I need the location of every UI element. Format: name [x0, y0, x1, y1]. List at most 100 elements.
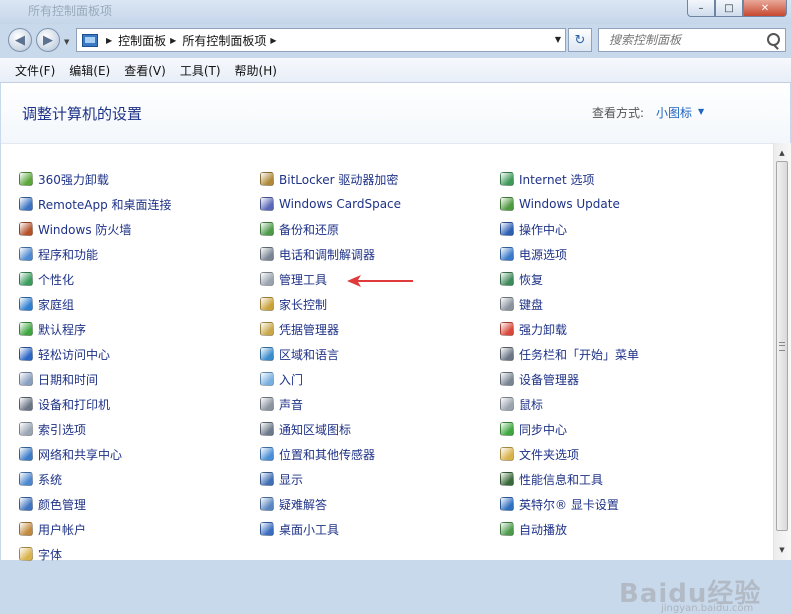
control-panel-item[interactable]: 默认程序 [19, 318, 86, 340]
control-panel-item[interactable]: 凭据管理器 [260, 318, 339, 340]
menu-edit[interactable]: 编辑(E) [62, 62, 117, 79]
address-bar[interactable]: ▶ 控制面板 ▶ 所有控制面板项 ▶ ▼ [76, 28, 566, 52]
menu-file[interactable]: 文件(F) [8, 62, 62, 79]
control-panel-item[interactable]: Windows 防火墙 [19, 218, 131, 240]
control-panel-item[interactable]: 通知区域图标 [260, 418, 351, 440]
control-panel-item[interactable]: 声音 [260, 393, 303, 415]
scroll-down-arrow-icon[interactable]: ▼ [775, 542, 789, 558]
refresh-button[interactable]: ↻ [568, 28, 592, 52]
menu-tools[interactable]: 工具(T) [173, 62, 228, 79]
control-panel-item[interactable]: 恢复 [500, 268, 543, 290]
scrollbar-thumb[interactable] [776, 161, 788, 531]
title-bar[interactable]: 所有控制面板项 – □ ✕ [0, 0, 791, 24]
control-panel-item[interactable]: 区域和语言 [260, 343, 339, 365]
search-box[interactable] [598, 28, 786, 52]
control-panel-item-label: 恢复 [519, 272, 544, 287]
control-panel-item-label: 电源选项 [519, 247, 568, 262]
control-panel-item[interactable]: 鼠标 [500, 393, 543, 415]
control-panel-item-label: 程序和功能 [38, 247, 99, 262]
control-panel-item[interactable]: 360强力卸载 [19, 168, 109, 190]
control-panel-item[interactable]: Windows Update [500, 193, 620, 215]
control-panel-item[interactable]: 电源选项 [500, 243, 567, 265]
view-by-dropdown[interactable]: 小图标 [656, 104, 692, 121]
control-panel-item-label: 默认程序 [38, 322, 87, 337]
control-panel-item[interactable]: 性能信息和工具 [500, 468, 603, 490]
menu-help[interactable]: 帮助(H) [228, 62, 284, 79]
control-panel-item[interactable]: 强力卸载 [500, 318, 567, 340]
address-dropdown-icon[interactable]: ▼ [555, 35, 561, 44]
control-panel-item[interactable]: RemoteApp 和桌面连接 [19, 193, 172, 215]
scroll-up-arrow-icon[interactable]: ▲ [775, 145, 789, 161]
control-panel-item[interactable]: 设备和打印机 [19, 393, 110, 415]
control-panel-item[interactable]: 用户帐户 [19, 518, 86, 540]
control-panel-item[interactable]: 操作中心 [500, 218, 567, 240]
search-input[interactable] [607, 32, 771, 48]
control-panel-item[interactable]: 家庭组 [19, 293, 74, 315]
power-options-icon [500, 247, 514, 261]
control-panel-item[interactable]: 系统 [19, 468, 62, 490]
control-panel-item[interactable]: 家长控制 [260, 293, 327, 315]
control-panel-item[interactable]: 显示 [260, 468, 303, 490]
notification-area-icon [260, 422, 274, 436]
control-panel-item[interactable]: 颜色管理 [19, 493, 86, 515]
menu-view[interactable]: 查看(V) [117, 62, 173, 79]
control-panel-item-label: 任务栏和「开始」菜单 [519, 347, 640, 362]
control-panel-item[interactable]: 疑难解答 [260, 493, 327, 515]
control-panel-item[interactable]: 键盘 [500, 293, 543, 315]
control-panel-item-label: 设备和打印机 [38, 397, 111, 412]
control-panel-item[interactable]: 网络和共享中心 [19, 443, 122, 465]
control-panel-item[interactable]: 备份和还原 [260, 218, 339, 240]
control-panel-item[interactable]: 轻松访问中心 [19, 343, 110, 365]
control-panel-item[interactable]: 字体 [19, 543, 62, 565]
control-panel-item[interactable]: 自动播放 [500, 518, 567, 540]
control-panel-item[interactable]: 电话和调制解调器 [260, 243, 375, 265]
control-panel-item[interactable]: 日期和时间 [19, 368, 98, 390]
content-header: 调整计算机的设置 查看方式: 小图标 ▼ [1, 83, 790, 144]
search-icon[interactable] [767, 33, 780, 46]
control-panel-item[interactable]: 英特尔® 显卡设置 [500, 493, 619, 515]
control-panel-item-label: 用户帐户 [38, 522, 87, 537]
control-panel-item[interactable]: 索引选项 [19, 418, 86, 440]
recovery-icon [500, 272, 514, 286]
internet-options-icon [500, 172, 514, 186]
control-panel-item-label: 通知区域图标 [279, 422, 352, 437]
control-panel-item[interactable]: Windows CardSpace [260, 193, 401, 215]
control-panel-item[interactable]: 程序和功能 [19, 243, 98, 265]
vertical-scrollbar[interactable]: ▲ ▼ [773, 143, 791, 560]
performance-icon [500, 472, 514, 486]
control-panel-item[interactable]: Internet 选项 [500, 168, 594, 190]
minimize-button[interactable]: – [687, 0, 715, 17]
breadcrumb-separator-icon[interactable]: ▶ [270, 36, 276, 45]
control-panel-item[interactable]: 管理工具 [260, 268, 327, 290]
breadcrumb-separator-icon[interactable]: ▶ [170, 36, 176, 45]
close-button[interactable]: ✕ [743, 0, 787, 17]
control-panel-item[interactable]: 同步中心 [500, 418, 567, 440]
control-panel-item[interactable]: 任务栏和「开始」菜单 [500, 343, 639, 365]
cardspace-icon [260, 197, 274, 211]
credential-manager-icon [260, 322, 274, 336]
control-panel-item[interactable]: 设备管理器 [500, 368, 579, 390]
uninstall-icon [19, 172, 33, 186]
maximize-button[interactable]: □ [715, 0, 743, 17]
control-panel-item[interactable]: 位置和其他传感器 [260, 443, 375, 465]
menu-bar: 文件(F) 编辑(E) 查看(V) 工具(T) 帮助(H) [0, 58, 791, 83]
control-panel-item[interactable]: 桌面小工具 [260, 518, 339, 540]
control-panel-item[interactable]: BitLocker 驱动器加密 [260, 168, 398, 190]
control-panel-item-label: 索引选项 [38, 422, 87, 437]
back-button[interactable]: ◀ [8, 28, 32, 52]
breadcrumb-control-panel[interactable]: 控制面板 [118, 32, 166, 49]
control-panel-item[interactable]: 个性化 [19, 268, 74, 290]
forward-button[interactable]: ▶ [36, 28, 60, 52]
control-panel-item-label: 电话和调制解调器 [279, 247, 376, 262]
control-panel-item-label: 网络和共享中心 [38, 447, 123, 462]
clock-icon [19, 372, 33, 386]
control-panel-item-label: 轻松访问中心 [38, 347, 111, 362]
recent-pages-dropdown[interactable]: ▼ [64, 38, 69, 46]
control-panel-item-label: Windows 防火墙 [38, 222, 132, 237]
breadcrumb-separator-icon[interactable]: ▶ [106, 36, 112, 45]
chevron-down-icon[interactable]: ▼ [698, 107, 704, 116]
control-panel-item[interactable]: 文件夹选项 [500, 443, 579, 465]
intel-graphics-icon [500, 497, 514, 511]
breadcrumb-all-items[interactable]: 所有控制面板项 [182, 32, 266, 49]
control-panel-item[interactable]: 入门 [260, 368, 303, 390]
